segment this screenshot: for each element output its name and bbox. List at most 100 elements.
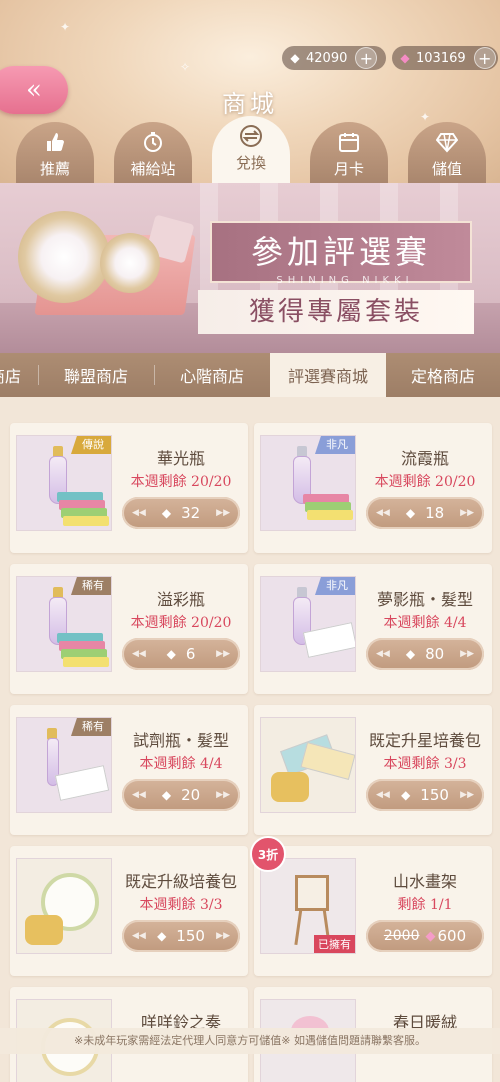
buy-button[interactable]: ◀◀ ◆ 18 ▶▶: [366, 497, 484, 529]
rarity-ribbon: 非凡: [315, 577, 355, 595]
subtab-contest-shop[interactable]: 評選賽商城: [270, 353, 386, 397]
subtab-shop[interactable]: 商店: [0, 353, 38, 397]
arrow-left-icon: ◀◀: [132, 649, 146, 659]
item-name: 山水畫架: [392, 872, 457, 891]
shop-subtabs: 商店 聯盟商店 心階商店 評選賽商城 定格商店: [0, 353, 500, 397]
add-diamond-button[interactable]: +: [473, 47, 496, 69]
item-stock: 剩餘 1/1: [397, 897, 453, 913]
tab-label: 推薦: [39, 160, 70, 178]
item-stock: 本週剩餘 4/4: [139, 756, 223, 772]
rarity-ribbon: 非凡: [315, 436, 355, 454]
item-price: 6: [185, 645, 196, 663]
subtab-snapshot-shop[interactable]: 定格商店: [386, 353, 500, 397]
item-stock: 本週剩餘 20/20: [374, 474, 476, 490]
arrow-left-icon: ◀◀: [376, 508, 390, 518]
item-thumbnail: [260, 717, 356, 813]
shop-item-card[interactable]: 已擁有 3折 山水畫架 剩餘 1/1 2000 ◆ 600: [250, 836, 492, 976]
subtab-heart-shop[interactable]: 心階商店: [154, 353, 270, 397]
item-grid: 傳說 華光瓶 本週剩餘 20/20 ◀◀ ◆ 32 ▶▶ 非凡 流霞瓶 本週剩餘…: [0, 397, 500, 1082]
shop-item-card[interactable]: 傳說 華光瓶 本週剩餘 20/20 ◀◀ ◆ 32 ▶▶: [10, 423, 248, 553]
diamond-counter: ◆ 103169 +: [392, 46, 498, 70]
tab-label: 兌換: [235, 154, 266, 172]
item-name: 既定升星培養包: [368, 731, 481, 750]
stardust-icon: ◆: [161, 506, 172, 520]
sparkle-decoration: ✦: [60, 20, 71, 34]
exchange-icon: [239, 124, 263, 148]
arrow-left-icon: ◀◀: [132, 931, 146, 941]
fabric-image: [63, 657, 109, 667]
subtab-label: 評選賽商城: [287, 367, 368, 386]
shop-item-card[interactable]: 稀有 溢彩瓶 本週剩餘 20/20 ◀◀ ◆ 6 ▶▶: [10, 564, 248, 694]
tab-label: 月卡: [333, 160, 364, 178]
tab-topup[interactable]: 儲值: [408, 122, 486, 184]
original-price: 2000: [383, 928, 420, 944]
easel-image: [295, 875, 329, 911]
event-banner[interactable]: 參加評選賽 SHINING NIKKI 獲得專屬套裝: [0, 183, 500, 353]
item-price: 32: [181, 504, 201, 522]
shop-item-card[interactable]: 既定升級培養包 本週剩餘 3/3 ◀◀ ◆ 150 ▶▶: [10, 846, 248, 976]
arrow-right-icon: ▶▶: [460, 508, 474, 518]
sparkle-decoration: ✧: [180, 60, 191, 74]
calendar-icon: [337, 130, 361, 154]
buy-button[interactable]: ◀◀ ◆ 150 ▶▶: [122, 920, 240, 952]
item-stock: 本週剩餘 3/3: [383, 756, 467, 772]
tab-exchange[interactable]: 兌換: [212, 116, 290, 184]
subtab-label: 定格商店: [410, 367, 475, 386]
item-thumbnail: 非凡: [260, 435, 356, 531]
item-price: 150: [420, 786, 449, 804]
stardust-value: 42090: [306, 50, 348, 66]
item-thumbnail: 非凡: [260, 576, 356, 672]
shop-item-card[interactable]: 稀有 試劑瓶・髮型 本週剩餘 4/4 ◀◀ ◆ 20 ▶▶: [10, 705, 248, 835]
page-title: 商城: [222, 90, 278, 118]
arrow-left-icon: ◀◀: [376, 790, 390, 800]
subtab-label: 商店: [0, 367, 21, 386]
arrow-left-icon: ◀◀: [376, 649, 390, 659]
diamond-value: 103169: [416, 50, 466, 66]
fabric-image: [63, 516, 109, 526]
item-name: 溢彩瓶: [156, 590, 205, 609]
buy-button[interactable]: ◀◀ ◆ 20 ▶▶: [122, 779, 240, 811]
diamond-white-icon: ◆: [290, 51, 300, 65]
arrow-left-icon: ◀◀: [132, 508, 146, 518]
tab-label: 儲值: [431, 160, 462, 178]
thumbs-up-icon: [43, 130, 67, 154]
stardust-icon: ◆: [405, 647, 416, 661]
buy-button[interactable]: ◀◀ ◆ 6 ▶▶: [122, 638, 240, 670]
hairstyle-cards-image: [54, 765, 110, 801]
shop-item-card[interactable]: 既定升星培養包 本週剩餘 3/3 ◀◀ ◆ 150 ▶▶: [254, 705, 492, 835]
rarity-ribbon: 稀有: [71, 718, 111, 736]
buy-button[interactable]: ◀◀ ◆ 150 ▶▶: [366, 779, 484, 811]
item-thumbnail: 傳說: [16, 435, 112, 531]
item-stock: 本週剩餘 4/4: [383, 615, 467, 631]
item-name: 夢影瓶・髮型: [376, 590, 473, 609]
discount-badge: 3折: [250, 836, 286, 872]
item-thumbnail: [16, 858, 112, 954]
material-image: [300, 741, 355, 781]
sun-brooch-image: [18, 211, 110, 303]
item-price: 20: [181, 786, 201, 804]
item-thumbnail: 稀有: [16, 717, 112, 813]
stardust-icon: ◆: [405, 506, 416, 520]
item-stock: 本週剩餘 20/20: [130, 615, 232, 631]
stardust-icon: ◆: [157, 929, 167, 943]
tab-monthly-card[interactable]: 月卡: [310, 122, 388, 184]
buy-button[interactable]: ◀◀ ◆ 80 ▶▶: [366, 638, 484, 670]
buy-button[interactable]: 2000 ◆ 600: [366, 920, 484, 952]
tab-supply[interactable]: 補給站: [114, 122, 192, 184]
item-price: 80: [425, 645, 445, 663]
shop-item-card[interactable]: 非凡 流霞瓶 本週剩餘 20/20 ◀◀ ◆ 18 ▶▶: [254, 423, 492, 553]
easel-image: [294, 906, 303, 946]
item-stock: 本週剩餘 20/20: [130, 474, 232, 490]
subtab-alliance-shop[interactable]: 聯盟商店: [38, 353, 154, 397]
arrow-left-icon: ◀◀: [132, 790, 146, 800]
item-name: 流霞瓶: [400, 449, 449, 468]
arrow-right-icon: ▶▶: [216, 508, 230, 518]
buy-button[interactable]: ◀◀ ◆ 32 ▶▶: [122, 497, 240, 529]
tab-recommend[interactable]: 推薦: [16, 122, 94, 184]
add-stardust-button[interactable]: +: [355, 47, 378, 69]
stardust-icon: ◆: [401, 788, 411, 802]
shop-item-card[interactable]: 非凡 夢影瓶・髮型 本週剩餘 4/4 ◀◀ ◆ 80 ▶▶: [254, 564, 492, 694]
banner-title: 參加評選賽: [250, 233, 431, 271]
item-price: 150: [176, 927, 205, 945]
arrow-right-icon: ▶▶: [216, 790, 230, 800]
